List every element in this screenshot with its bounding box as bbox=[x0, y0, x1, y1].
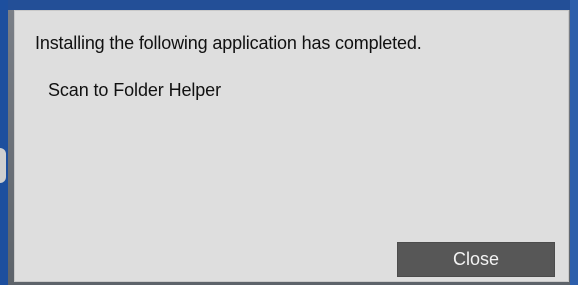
close-button[interactable]: Close bbox=[397, 242, 555, 277]
screen-left-edge bbox=[0, 0, 8, 285]
screen-frame: Installing the following application has… bbox=[0, 0, 578, 285]
left-scroll-indicator bbox=[0, 148, 6, 183]
screen-right-edge bbox=[570, 0, 578, 285]
screen-top-edge bbox=[0, 0, 578, 10]
installed-application-name: Scan to Folder Helper bbox=[48, 80, 221, 100]
installation-complete-dialog: Installing the following application has… bbox=[14, 10, 569, 282]
completion-message: Installing the following application has… bbox=[35, 33, 422, 53]
